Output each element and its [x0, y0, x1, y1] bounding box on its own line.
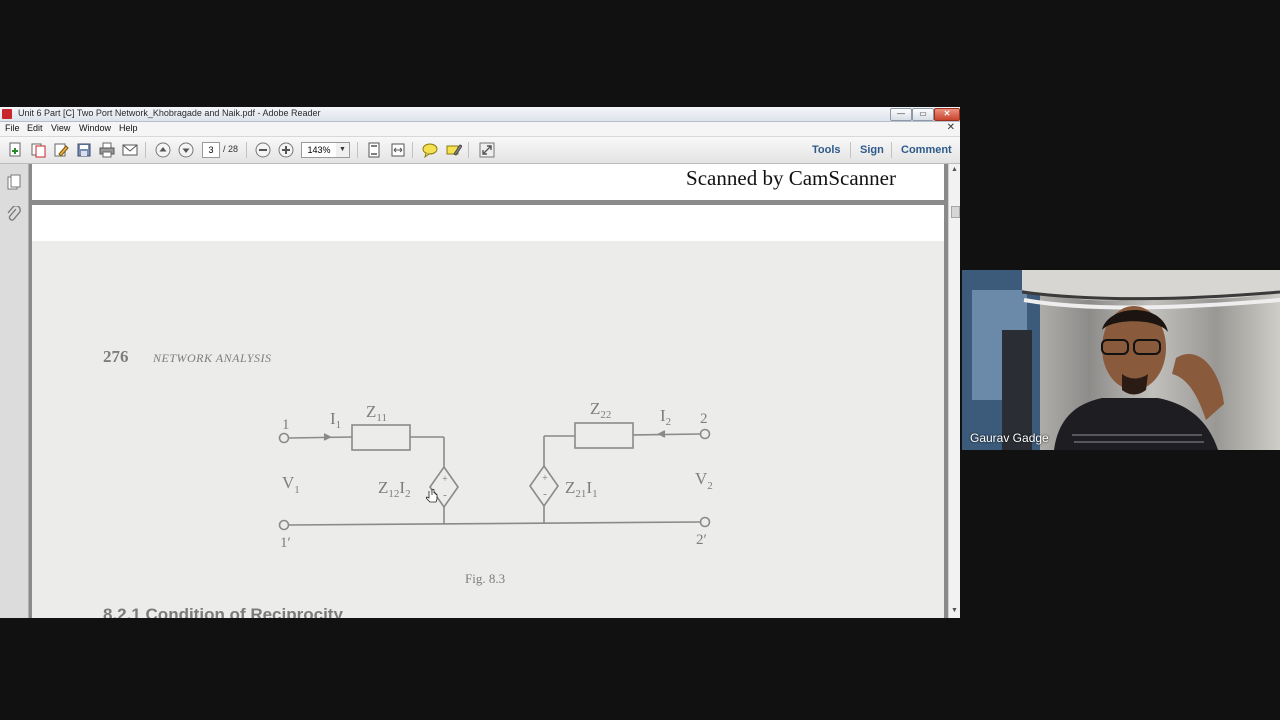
previous-page-icon[interactable] — [154, 141, 172, 159]
edit-pdf-icon[interactable] — [52, 141, 70, 159]
tools-pane-button[interactable]: Tools — [812, 144, 841, 156]
section-heading: 8.2.1 Condition of Reciprocity — [103, 605, 343, 618]
attachments-paperclip-icon[interactable] — [6, 205, 22, 222]
vertical-scrollbar[interactable]: ▲ ▼ — [948, 164, 960, 618]
fit-page-icon[interactable] — [365, 141, 383, 159]
document-view[interactable]: Scanned by CamScanner 276 NETWORK ANALYS… — [29, 164, 948, 618]
page-thumbnails-icon[interactable] — [6, 174, 22, 190]
voltage-v2-label: V2 — [695, 469, 713, 492]
page-total: / 28 — [223, 144, 239, 154]
port1-top-label: 1 — [282, 417, 290, 433]
toolbar-separator — [357, 142, 358, 158]
print-icon[interactable] — [98, 141, 116, 159]
port2-top-label: 2 — [700, 411, 708, 427]
toolbar-separator — [145, 142, 146, 158]
hand-cursor-icon — [425, 488, 438, 503]
create-pdf-icon[interactable] — [6, 141, 24, 159]
menu-help[interactable]: Help — [119, 123, 138, 133]
port2-bottom-label: 2′ — [696, 532, 707, 548]
source-z21-i1-label: Z21I1 — [565, 478, 598, 500]
toolbar-separator — [246, 142, 247, 158]
menu-bar: File Edit View Window Help ✕ — [0, 122, 960, 137]
adobe-reader-window: Unit 6 Part [C] Two Port Network_Khobrag… — [0, 107, 960, 618]
participant-video-tile[interactable]: Gaurav Gadge — [962, 270, 1280, 450]
participant-name: Gaurav Gadge — [970, 431, 1049, 445]
menu-window[interactable]: Window — [79, 123, 111, 133]
menu-file[interactable]: File — [5, 123, 20, 133]
svg-text:+: + — [442, 474, 448, 485]
pdf-page-3-scan: 276 NETWORK ANALYSIS + - + - 1 1′ 2 2′ I… — [32, 241, 944, 618]
next-page-icon[interactable] — [177, 141, 195, 159]
figure-caption: Fig. 8.3 — [465, 571, 505, 586]
toolbar-separator — [891, 142, 892, 158]
two-port-circuit-figure: + - + - 1 1′ 2 2′ I1 I2 V1 V2 Z11 Z22 Z1… — [278, 399, 713, 586]
toolbar: 3 / 28 143% ▼ Tools Sign Comment — [0, 137, 960, 164]
port1-bottom-label: 1′ — [280, 535, 291, 551]
current-i2-label: I2 — [660, 406, 671, 428]
zoom-in-icon[interactable] — [277, 141, 295, 159]
pdf-page-3-top-margin — [32, 205, 944, 241]
menu-edit[interactable]: Edit — [27, 123, 43, 133]
scroll-down-arrow-icon[interactable]: ▼ — [951, 607, 958, 614]
zoom-dropdown-chevron-icon[interactable]: ▼ — [336, 142, 350, 158]
source-z12-i2-label: Z12I2 — [378, 478, 411, 500]
zoom-level-input[interactable]: 143% — [301, 142, 337, 158]
adobe-reader-icon — [2, 109, 12, 119]
impedance-z22-label: Z22 — [590, 399, 611, 421]
webcam-video-feed — [962, 270, 1280, 450]
fit-width-icon[interactable] — [389, 141, 407, 159]
sign-pane-button[interactable]: Sign — [860, 144, 884, 156]
toolbar-separator — [412, 142, 413, 158]
comment-pane-button[interactable]: Comment — [901, 144, 952, 156]
maximize-button[interactable]: ▭ — [912, 108, 934, 121]
toolbar-separator — [850, 142, 851, 158]
minimize-button[interactable]: — — [890, 108, 912, 121]
title-bar[interactable]: Unit 6 Part [C] Two Port Network_Khobrag… — [0, 107, 960, 122]
svg-text:-: - — [543, 488, 547, 500]
impedance-z11-label: Z11 — [366, 402, 387, 424]
scroll-up-arrow-icon[interactable]: ▲ — [951, 166, 958, 173]
page-number-input[interactable]: 3 — [202, 142, 220, 158]
toolbar-separator — [468, 142, 469, 158]
highlight-text-icon[interactable] — [445, 141, 463, 159]
expand-read-mode-icon[interactable] — [478, 141, 496, 159]
pdf-page-2-bottom: Scanned by CamScanner — [32, 164, 944, 200]
combine-files-icon[interactable] — [29, 141, 47, 159]
save-icon[interactable] — [75, 141, 93, 159]
menu-view[interactable]: View — [51, 123, 70, 133]
sticky-note-comment-icon[interactable] — [421, 141, 439, 159]
window-title: Unit 6 Part [C] Two Port Network_Khobrag… — [18, 108, 321, 118]
close-document-icon[interactable]: ✕ — [947, 122, 955, 133]
close-button[interactable]: ✕ — [934, 108, 960, 121]
email-icon[interactable] — [121, 141, 139, 159]
scrollbar-thumb[interactable] — [951, 206, 960, 218]
svg-text:-: - — [443, 489, 447, 501]
svg-text:+: + — [542, 473, 548, 484]
camscanner-watermark: Scanned by CamScanner — [686, 166, 896, 190]
zoom-out-icon[interactable] — [254, 141, 272, 159]
navigation-pane — [0, 164, 29, 618]
voltage-v1-label: V1 — [282, 473, 300, 496]
current-i1-label: I1 — [330, 409, 341, 431]
